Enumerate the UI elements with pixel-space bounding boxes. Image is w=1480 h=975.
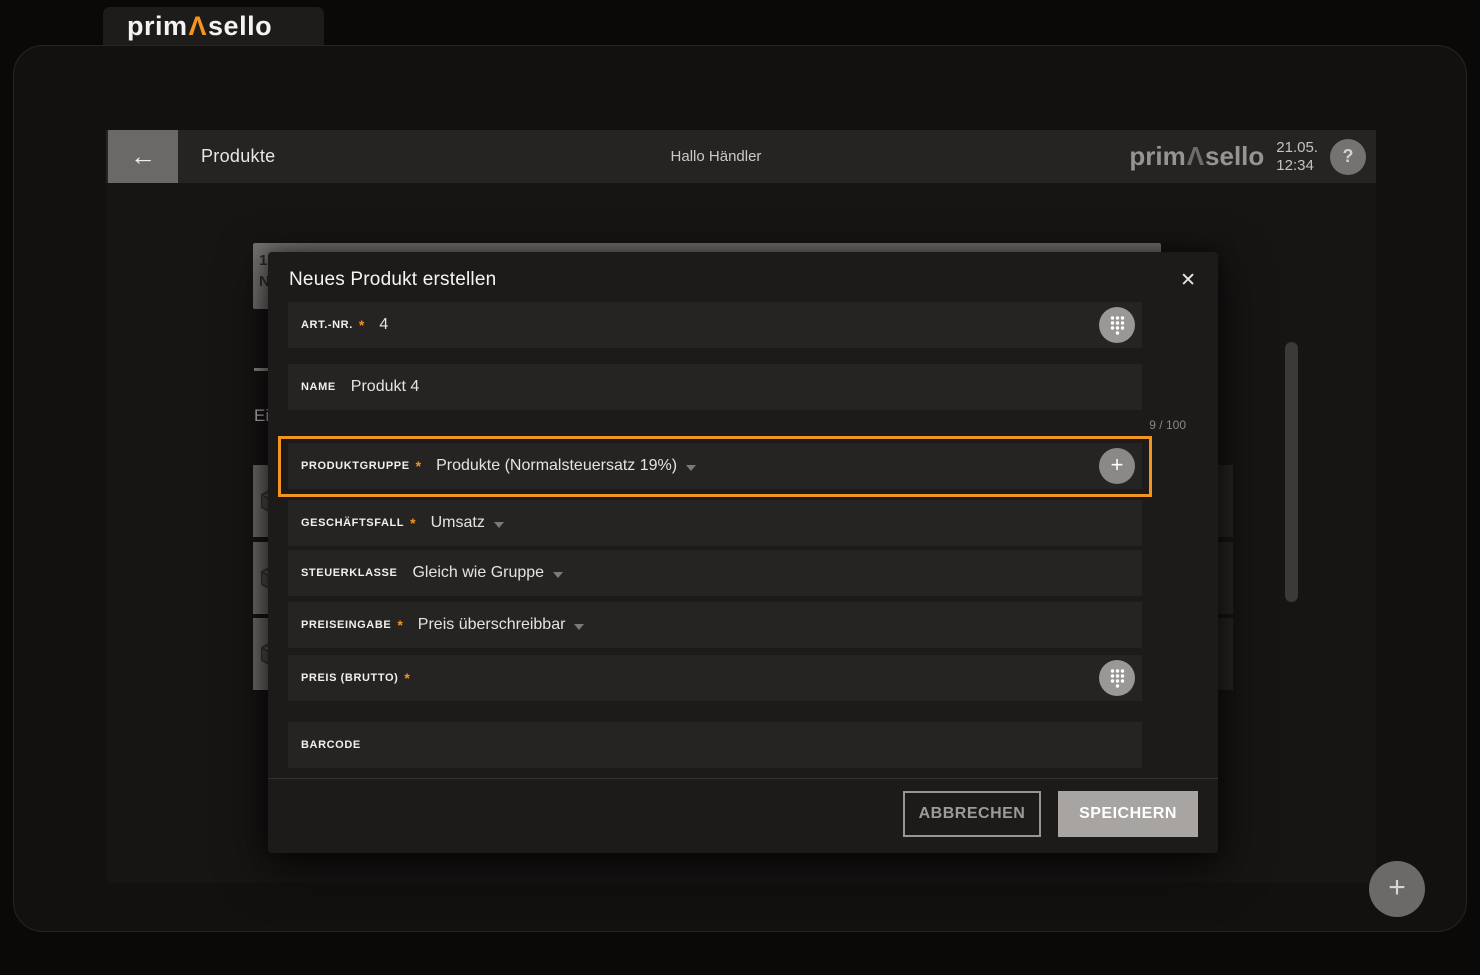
field-value: Gleich wie Gruppe [412,564,544,582]
field-row-barcode[interactable]: BARCODE [288,722,1142,768]
keypad-button[interactable] [1099,660,1135,696]
field-row-steuerklasse[interactable]: STEUERKLASSE Gleich wie Gruppe [288,550,1142,596]
page-title: Produkte [201,130,275,183]
app-screen: Hallo Händler ← Produkte primΛsello 21.0… [106,130,1376,883]
highlight-border [278,436,1152,497]
field-row-geschaeftsfall[interactable]: GESCHÄFTSFALL * Umsatz [288,500,1142,546]
time-text: 12:34 [1276,157,1314,174]
keypad-icon [1109,668,1126,689]
field-label: BARCODE [301,739,361,751]
field-row-preis-brutto[interactable]: PREIS (BRUTTO) * [288,655,1142,701]
header-bar: Hallo Händler ← Produkte primΛsello 21.0… [106,130,1376,183]
field-label: PREIS (BRUTTO) [301,672,398,684]
field-row-artnr[interactable]: ART.-NR. * 4 [288,302,1142,348]
field-label: GESCHÄFTSFALL [301,517,404,529]
brand-logo-accent: Λ [188,11,209,41]
keypad-button[interactable] [1099,307,1135,343]
field-label: NAME [301,381,336,393]
chevron-down-icon [553,572,563,578]
help-button[interactable]: ? [1330,139,1366,175]
field-label: STEUERKLASSE [301,567,397,579]
field-value: Umsatz [431,514,485,532]
required-marker: * [359,317,364,333]
char-counter: 9 / 100 [1149,418,1186,432]
field-value: Produkt 4 [351,378,419,396]
field-value: Preis überschreibbar [418,616,566,634]
field-value: 4 [379,316,388,334]
app-window: Hallo Händler ← Produkte primΛsello 21.0… [13,45,1467,932]
field-row-preiseingabe[interactable]: PREISEINGABE * Preis überschreibbar [288,602,1142,648]
question-icon: ? [1343,146,1354,167]
required-marker: * [410,515,415,531]
field-label: ART.-NR. [301,319,353,331]
save-button[interactable]: SPEICHERN [1058,791,1198,837]
footer-divider [268,778,1218,779]
header-brand-logo: primΛsello [1129,141,1264,172]
keypad-icon [1109,315,1126,336]
add-product-fab[interactable]: + [1369,861,1425,917]
header-right-group: primΛsello 21.05.12:34 ? [1129,130,1366,183]
brand-tab: primΛsello [103,7,324,45]
chevron-down-icon [494,522,504,528]
field-row-name[interactable]: NAME Produkt 4 [288,364,1142,410]
back-arrow-icon: ← [130,141,156,172]
required-marker: * [397,617,402,633]
field-label: PREISEINGABE [301,619,391,631]
datetime-display: 21.05.12:34 [1276,139,1318,175]
date-text: 21.05. [1276,139,1318,156]
brand-logo: primΛsello [127,11,272,42]
background-text-snippet: Ei [254,406,269,426]
header-brand-logo-accent: Λ [1186,141,1205,171]
required-marker: * [404,670,409,686]
modal-scrollbar[interactable] [1285,342,1298,602]
modal-title: Neues Produkt erstellen [289,269,496,291]
close-icon[interactable]: ✕ [1176,265,1200,296]
cancel-button[interactable]: ABBRECHEN [903,791,1041,837]
chevron-down-icon [574,624,584,630]
plus-icon: + [1388,871,1406,905]
create-product-modal: Neues Produkt erstellen ✕ ART.-NR. * 4 N… [268,252,1218,853]
back-button[interactable]: ← [108,130,178,183]
